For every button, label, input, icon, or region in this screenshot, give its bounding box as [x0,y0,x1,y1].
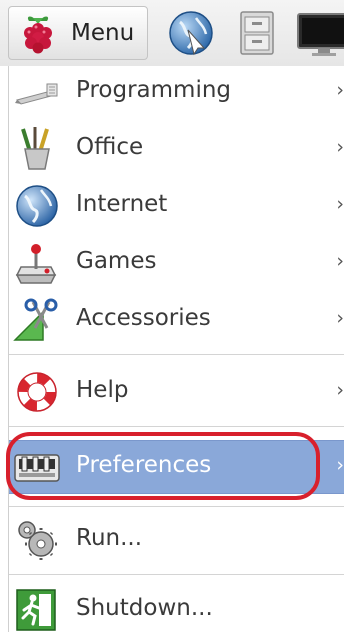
menu-item-label: Preferences [76,452,212,478]
menu-separator [9,426,344,427]
menu-button[interactable]: Menu [8,6,148,60]
office-icon [21,127,50,170]
help-icon [17,372,57,412]
menu-item-label: Help [76,377,129,403]
submenu-arrow-icon: › [336,250,344,272]
submenu-arrow-icon: › [336,79,344,101]
menu-item-shutdown[interactable]: Shutdown... [9,584,344,632]
file-manager-icon[interactable] [232,8,282,58]
menu-item-label: Games [76,248,157,274]
menu-item-games[interactable]: Games › [9,237,344,289]
menu-item-label: Programming [76,77,232,103]
menu-item-preferences[interactable]: Preferences › [9,440,344,494]
screen: Menu Programming › Office › Internet › G… [0,0,344,632]
menu-item-help[interactable]: Help › [9,366,344,418]
programming-icon [15,83,58,105]
terminal-icon[interactable] [292,8,344,58]
menu-item-label: Shutdown... [76,595,213,621]
menu-item-label: Internet [76,191,168,217]
shutdown-icon [16,589,56,631]
menu-button-label: Menu [71,20,135,46]
submenu-arrow-icon: › [336,454,344,476]
menu-item-office[interactable]: Office › [9,123,344,175]
menu-separator [9,354,344,355]
menu-separator [9,574,344,575]
menu-item-label: Office [76,134,144,160]
preferences-icon [14,454,60,482]
web-browser-icon[interactable] [166,8,216,58]
menu-separator [9,506,344,507]
taskbar: Menu [0,0,344,67]
menu-item-run[interactable]: Run... [9,514,344,566]
menu-item-label: Run... [76,525,143,551]
raspberry-pi-icon [24,16,52,54]
submenu-arrow-icon: › [336,193,344,215]
menu-item-programming[interactable]: Programming › [9,66,344,118]
run-icon [18,521,57,560]
submenu-arrow-icon: › [336,307,344,329]
internet-icon [16,185,58,227]
submenu-arrow-icon: › [336,136,344,158]
menu-item-internet[interactable]: Internet › [9,180,344,232]
menu-item-accessories[interactable]: Accessories › [9,294,344,346]
accessories-icon [13,298,58,341]
games-icon [15,244,57,284]
menu-item-label: Accessories [76,305,211,331]
submenu-arrow-icon: › [336,379,344,401]
